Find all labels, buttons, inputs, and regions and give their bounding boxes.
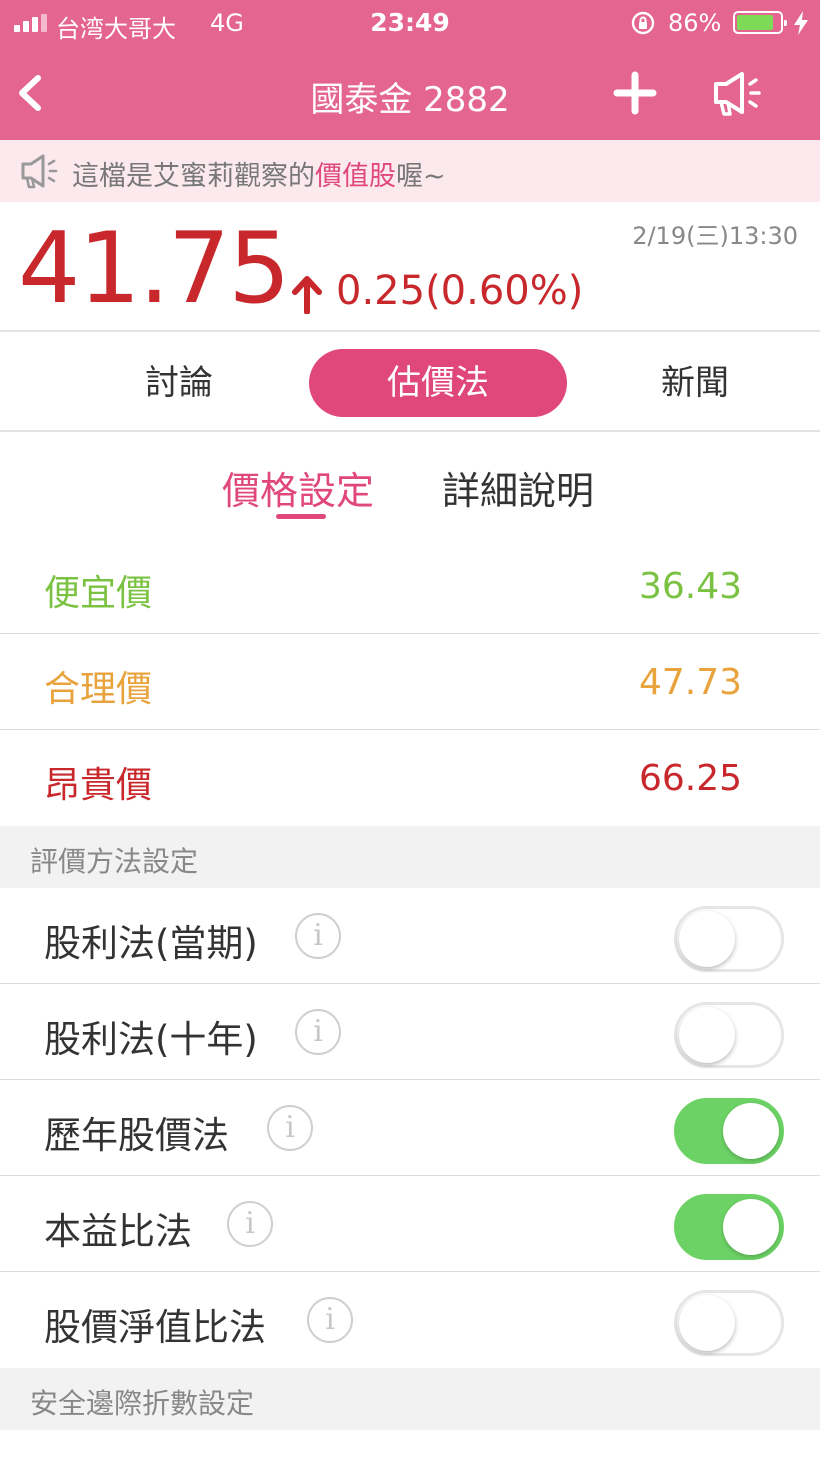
section-title: 安全邊際折數設定 — [30, 1387, 255, 1420]
subtab-price-settings[interactable]: 價格設定 — [222, 460, 374, 515]
method-toggle[interactable] — [674, 1098, 784, 1164]
info-icon[interactable]: i — [307, 1297, 353, 1343]
toggle-knob — [679, 1295, 735, 1351]
rotation-lock-icon — [631, 11, 655, 35]
status-bar: 台湾大哥大 4G 23:49 86% — [0, 0, 820, 46]
notice-suffix: 喔~ — [396, 161, 446, 192]
toggle-knob — [723, 1199, 779, 1255]
megaphone-icon[interactable] — [712, 68, 764, 118]
method-row: 本益比法 i — [0, 1176, 820, 1272]
quote-panel: 41.75 0.25(0.60%) 2/19(三)13:30 — [0, 202, 820, 332]
method-row: 股利法(當期) i — [0, 888, 820, 984]
subtab-details[interactable]: 詳細說明 — [442, 460, 594, 515]
toggle-knob — [679, 1007, 735, 1063]
sub-tabs: 價格設定 詳細說明 — [0, 432, 820, 538]
info-icon[interactable]: i — [227, 1201, 273, 1247]
section-header-safety-margin: 安全邊際折數設定 — [0, 1368, 820, 1430]
megaphone-icon — [21, 154, 58, 189]
notice-text: 這檔是艾蜜莉觀察的價值股喔~ — [72, 154, 446, 193]
current-price: 41.75 — [18, 212, 291, 326]
info-icon[interactable]: i — [295, 1009, 341, 1055]
level-value: 36.43 — [638, 566, 742, 607]
quote-datetime: 2/19(三)13:30 — [632, 222, 798, 250]
level-row-expensive: 昂貴價 66.25 — [0, 730, 820, 826]
level-label: 合理價 — [44, 669, 153, 710]
nav-bar: 國泰金 2882 — [0, 46, 820, 140]
method-row: 股利法(十年) i — [0, 984, 820, 1080]
arrow-up-icon — [292, 276, 322, 314]
level-row-fair: 合理價 47.73 — [0, 634, 820, 730]
battery-icon — [733, 11, 787, 34]
notice-highlight: 價值股 — [315, 161, 396, 192]
level-label: 昂貴價 — [44, 765, 153, 806]
section-header-methods: 評價方法設定 — [0, 826, 820, 888]
method-toggle[interactable] — [674, 1002, 784, 1068]
tab-discussion[interactable]: 討論 — [50, 349, 308, 417]
method-label: 股價淨值比法 — [44, 1306, 266, 1349]
method-toggle[interactable] — [674, 906, 784, 972]
section-title: 評價方法設定 — [30, 845, 199, 878]
level-value: 66.25 — [638, 758, 742, 799]
price-change: 0.25(0.60%) — [336, 268, 584, 314]
active-subtab-indicator — [276, 514, 326, 519]
method-label: 股利法(當期) — [44, 922, 258, 965]
level-label: 便宜價 — [44, 573, 153, 614]
main-tabs: 討論 估價法 新聞 — [0, 334, 820, 432]
toggle-knob — [679, 911, 735, 967]
tab-valuation[interactable]: 估價法 — [309, 349, 567, 417]
toggle-knob — [723, 1103, 779, 1159]
notice-prefix: 這檔是艾蜜莉觀察的 — [72, 161, 315, 192]
plus-icon[interactable] — [612, 70, 658, 116]
level-row-cheap: 便宜價 36.43 — [0, 538, 820, 634]
method-row: 股價淨值比法 i — [0, 1272, 820, 1368]
level-value: 47.73 — [638, 662, 742, 703]
method-row: 歷年股價法 i — [0, 1080, 820, 1176]
tab-news[interactable]: 新聞 — [566, 349, 820, 417]
charging-bolt-icon — [794, 11, 808, 35]
method-label: 歷年股價法 — [44, 1114, 229, 1157]
method-label: 股利法(十年) — [44, 1018, 258, 1061]
method-toggle[interactable] — [674, 1194, 784, 1260]
notice-banner: 這檔是艾蜜莉觀察的價值股喔~ — [0, 140, 820, 202]
info-icon[interactable]: i — [267, 1105, 313, 1151]
method-label: 本益比法 — [44, 1210, 192, 1253]
info-icon[interactable]: i — [295, 913, 341, 959]
page-title: 國泰金 2882 — [310, 80, 510, 120]
method-toggle[interactable] — [674, 1290, 784, 1356]
battery-percent: 86% — [668, 9, 722, 37]
